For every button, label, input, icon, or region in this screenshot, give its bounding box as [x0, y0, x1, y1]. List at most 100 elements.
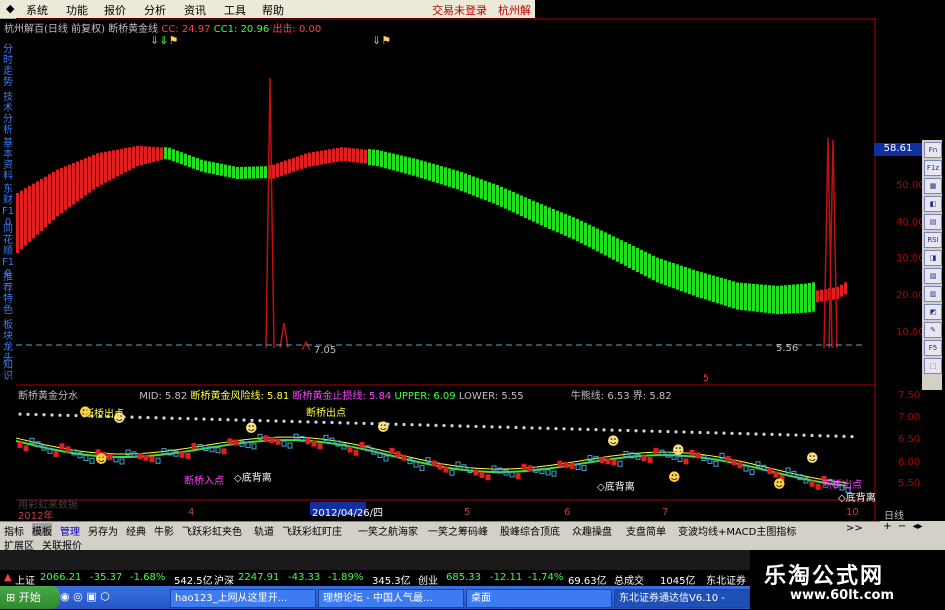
upper-dot: [810, 433, 814, 438]
upper-dot: [66, 413, 70, 418]
indicator-bar: [140, 146, 143, 166]
exit-value: 出击: 0.00: [272, 24, 322, 35]
menu-quote[interactable]: 报价: [104, 2, 126, 18]
chart-area[interactable]: [16, 18, 876, 523]
tab-sector-leader[interactable]: 板块龙头: [1, 320, 15, 364]
sub-candle: [263, 435, 269, 442]
sub-candle: [443, 466, 449, 473]
tool-icon[interactable]: ✎: [924, 322, 942, 338]
f5-icon[interactable]: F5: [924, 340, 942, 356]
indicator-bar: [392, 153, 395, 171]
tool-icon[interactable]: ⬚: [924, 358, 942, 374]
tool-icon[interactable]: ◧: [924, 196, 942, 212]
risk-line-value: 断桥黄金风险线: 5.81: [190, 391, 290, 402]
sub-candle: [551, 470, 557, 477]
tab-recommended[interactable]: 推荐特色: [1, 272, 15, 316]
tool-icon[interactable]: ◩: [924, 304, 942, 320]
task-hao123[interactable]: hao123_上网从这里开...: [170, 589, 316, 608]
indicator-bar: [388, 152, 391, 170]
sub-candle: [395, 451, 401, 458]
indicator-bar: [508, 190, 511, 211]
upper-dot: [306, 420, 310, 424]
sub-candle: [311, 440, 317, 447]
menu-tools[interactable]: 工具: [224, 2, 246, 18]
cc1-value: CC1: 20.96: [213, 24, 270, 35]
sub-candle: [149, 456, 155, 463]
tab-more[interactable]: >>: [846, 523, 863, 534]
sub-candle: [347, 446, 353, 453]
tool-icon[interactable]: ▧: [924, 268, 942, 284]
indicator-bar: [468, 174, 471, 195]
menu-info[interactable]: 资讯: [184, 2, 206, 18]
time-mark: 6: [564, 507, 571, 518]
right-toolbar: Fn F1z ▦ ◧ ▤ RSI ◨ ▧ ▥ ◩ ✎ F5 ⬚: [922, 140, 942, 390]
sub-candle: [767, 468, 773, 475]
indicator-bar: [652, 255, 655, 281]
tool-icon[interactable]: ▥: [924, 286, 942, 302]
sub-candle: [17, 441, 23, 448]
tool-icon[interactable]: ◨: [924, 250, 942, 266]
upper-dot: [178, 416, 182, 421]
indicator-bar: [512, 192, 515, 213]
indicator-bar: [20, 190, 23, 250]
indicator-bar: [780, 285, 783, 314]
sub-candle: [689, 449, 695, 456]
task-tdx[interactable]: 东北证券通达信V6.10 -: [614, 589, 750, 608]
sz-pct: -1.89%: [328, 572, 364, 583]
upper-dot: [594, 428, 598, 432]
sub-candle: [425, 457, 431, 464]
upper-dot: [194, 417, 198, 421]
indicator-bar: [552, 209, 555, 231]
smiley-icon: ☻: [668, 470, 681, 484]
tab-dongcai-f10[interactable]: 东财F10: [1, 184, 15, 228]
tab-tonghuashun-f10[interactable]: 同花顺F10: [1, 224, 15, 279]
task-forum[interactable]: 理想论坛 - 中国人气最...: [318, 589, 464, 608]
smiley-icon: ☻: [113, 411, 126, 425]
indicator-bar: [476, 177, 479, 198]
indicator-bar: [792, 284, 795, 314]
start-button[interactable]: ⊞ 开始: [0, 586, 60, 609]
time-mark: 5: [464, 507, 471, 518]
sub-candle: [419, 464, 425, 471]
security-label: 杭州解百(日线 前复权): [4, 24, 105, 35]
fn-icon[interactable]: Fn: [924, 142, 942, 158]
tab-intraday[interactable]: 分时走势: [1, 44, 15, 88]
indicator-bar: [288, 159, 291, 174]
sub-candle: [485, 474, 491, 481]
task-desktop[interactable]: 桌面: [466, 589, 612, 608]
indicator-bar: [32, 183, 35, 239]
menu-analysis[interactable]: 分析: [144, 2, 166, 18]
indicator-bar: [380, 150, 383, 168]
zoom-controls[interactable]: + − ◂▸: [880, 521, 945, 536]
tab-fundamentals[interactable]: 基本资料: [1, 138, 15, 182]
menu-help[interactable]: 帮助: [262, 2, 284, 18]
sub-candle: [545, 469, 551, 476]
indicator-bar: [564, 213, 567, 236]
rsi-icon[interactable]: RSI: [924, 232, 942, 248]
indicator-bar: [752, 283, 755, 312]
indicator-bar: [452, 169, 455, 189]
indicator-bar: [44, 176, 47, 228]
period-label[interactable]: 日线: [884, 507, 904, 522]
sub-candle: [59, 443, 65, 450]
indicator-bar: [448, 168, 451, 187]
sub-candle: [677, 455, 683, 462]
login-status[interactable]: 交易未登录: [432, 2, 487, 18]
tab-technical[interactable]: 技术分析: [1, 92, 15, 136]
indicator-bar: [356, 148, 359, 163]
indicator-bar: [176, 150, 179, 163]
menu-system[interactable]: 系统: [26, 2, 48, 18]
upper-dot: [690, 430, 694, 434]
quick-launch-icons[interactable]: ◉ ◎ ▣ ⬡: [60, 590, 110, 603]
start-label: 开始: [18, 591, 41, 604]
app-icon[interactable]: ◆: [6, 2, 14, 15]
indicator-bar: [172, 149, 175, 162]
menu-function[interactable]: 功能: [66, 2, 88, 18]
f1z-icon[interactable]: F1z: [924, 160, 942, 176]
indicator-bar: [276, 163, 279, 178]
tool-icon[interactable]: ▦: [924, 178, 942, 194]
indicator-bar: [152, 146, 155, 162]
indicator-bar: [372, 149, 375, 166]
tool-icon[interactable]: ▤: [924, 214, 942, 230]
tab-knowledge[interactable]: 知识: [1, 360, 15, 382]
